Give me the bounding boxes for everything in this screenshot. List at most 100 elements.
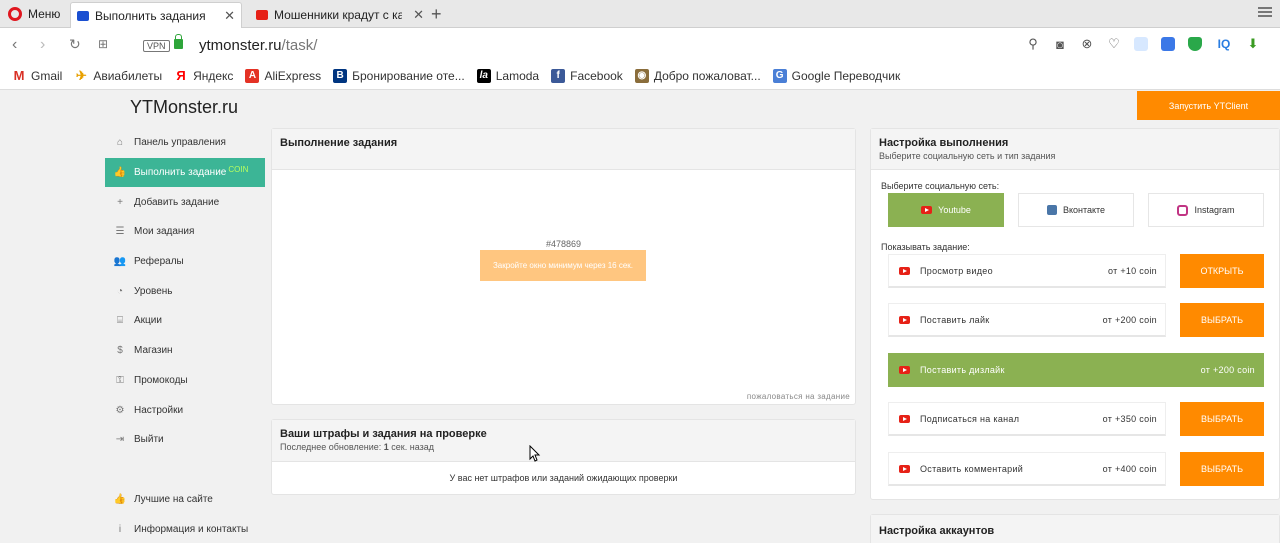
tab-close-icon[interactable]: ✕	[413, 7, 424, 23]
back-icon[interactable]: ‹	[12, 36, 17, 54]
settings-panel-title: Настройка выполнения	[879, 137, 1009, 149]
bookmark-lamoda[interactable]: la Lamoda	[476, 68, 539, 83]
sidebar-item-referrals[interactable]: 👥 Рефералы	[105, 247, 265, 277]
vpn-badge[interactable]: VPN	[143, 40, 170, 52]
google-translate-icon: G	[772, 68, 787, 83]
browser-tabbar: Меню Выполнить задания ✕ Мошенники краду…	[0, 0, 1280, 28]
accounts-settings-panel: Настройка аккаунтов	[870, 514, 1280, 543]
heart-icon[interactable]: ♡	[1107, 36, 1121, 52]
bookmark-google-translate[interactable]: G Google Переводчик	[772, 68, 900, 83]
accounts-panel-header: Настройка аккаунтов	[871, 515, 1279, 543]
camera-icon[interactable]: ◙	[1053, 37, 1067, 52]
sidebar-item-dashboard[interactable]: ⌂ Панель управления	[105, 128, 265, 158]
url-path: /task/	[281, 37, 318, 54]
sidebar-item-do-task[interactable]: 👍 Выполнить задание COIN	[105, 157, 265, 188]
new-tab-icon[interactable]: +	[431, 4, 442, 25]
bookmark-yandex[interactable]: Я Яндекс	[174, 68, 233, 83]
bookmark-facebook[interactable]: f Facebook	[551, 68, 623, 83]
coin-badge: COIN	[228, 165, 249, 175]
bookmark-aliexpress[interactable]: A AliExpress	[245, 68, 321, 83]
tab-active[interactable]: Выполнить задания ✕	[70, 2, 242, 28]
sidebar-item-info[interactable]: i Информация и контакты	[105, 515, 265, 543]
browser-menu-button[interactable]: Меню	[0, 0, 68, 28]
mouse-cursor-icon	[529, 445, 541, 462]
download-icon[interactable]: ⬇	[1246, 36, 1260, 52]
youtube-favicon-icon	[256, 10, 268, 20]
bookmark-welcome[interactable]: ◉ Добро пожаловат...	[634, 68, 761, 83]
sidebar-bottom: 👍 Лучшие на сайте i Информация и контакты	[105, 485, 265, 543]
address-toolbar: ⚲ ◙ ⊗ ♡ IQ ⬇	[1026, 36, 1260, 52]
bookmark-aviabilety[interactable]: ✈ Авиабилеты	[74, 68, 162, 83]
tab-title: Выполнить задания	[95, 8, 206, 23]
search-icon[interactable]: ⚲	[1026, 36, 1040, 52]
translate-extension-icon[interactable]	[1161, 37, 1175, 51]
youtube-icon	[921, 206, 933, 214]
task-row-view-video[interactable]: Просмотр видео от +10 coin	[888, 254, 1166, 288]
sidebar-item-promocodes[interactable]: ⚿ Промокоды	[105, 366, 265, 396]
sidebar-nav: ⌂ Панель управления 👍 Выполнить задание COI…	[105, 128, 265, 455]
task-row-like[interactable]: Поставить лайк от +200 coin	[888, 303, 1166, 337]
complain-link[interactable]: пожаловаться на задание	[747, 392, 850, 401]
facebook-icon: f	[551, 68, 566, 83]
launch-ytclient-button[interactable]: Запустить YTClient	[1137, 91, 1280, 120]
accounts-panel-title: Настройка аккаунтов	[879, 525, 995, 537]
plus-icon: +	[117, 196, 123, 208]
youtube-icon	[899, 464, 910, 473]
select-like-button[interactable]: ВЫБРАТЬ	[1180, 303, 1264, 337]
tab-menu-icon[interactable]	[1258, 5, 1272, 19]
network-vk-button[interactable]: Вконтакте	[1018, 193, 1134, 227]
sidebar-item-logout[interactable]: ⇥ Выйти	[105, 425, 265, 455]
key-icon: ⚿	[116, 374, 124, 386]
block-icon[interactable]: ⊗	[1080, 36, 1094, 52]
instagram-icon	[1177, 204, 1189, 216]
task-row-comment[interactable]: Оставить комментарий от +400 coin	[888, 452, 1166, 486]
bookmark-booking[interactable]: B Бронирование оте...	[333, 68, 465, 83]
task-row-dislike-selected[interactable]: Поставить дизлайк от +200 coin	[888, 353, 1264, 387]
sidebar-item-top-users[interactable]: 👍 Лучшие на сайте	[105, 485, 265, 515]
penalties-empty-text: У вас нет штрафов или заданий ожидающих …	[449, 473, 678, 483]
penalties-panel-header: Ваши штрафы и задания на проверке Послед…	[272, 420, 855, 462]
network-youtube-button[interactable]: Youtube	[888, 193, 1004, 227]
sidebar-item-settings[interactable]: ⚙ Настройки	[105, 395, 265, 425]
url-field[interactable]: ytmonster.ru/task/	[199, 37, 317, 54]
sidebar-item-promotions[interactable]: ⌸ Акции	[105, 306, 265, 336]
site-logo[interactable]: YTMonster.ru	[130, 97, 238, 118]
url-host: ytmonster.ru	[199, 37, 282, 54]
sidebar-item-add-task[interactable]: + Добавить задание	[105, 187, 265, 217]
iq-extension-icon[interactable]: IQ	[1215, 37, 1233, 51]
bookmark-gmail[interactable]: M Gmail	[12, 68, 62, 83]
thumbs-up-icon: 👍	[113, 167, 127, 179]
shield-icon[interactable]	[1188, 37, 1202, 51]
users-icon: 👥	[113, 256, 127, 268]
network-instagram-button[interactable]: Instagram	[1148, 193, 1264, 227]
select-subscribe-button[interactable]: ВЫБРАТЬ	[1180, 402, 1264, 436]
penalties-panel-title: Ваши штрафы и задания на проверке	[280, 428, 487, 440]
tab-close-icon[interactable]: ✕	[224, 8, 235, 24]
gmail-icon: M	[12, 68, 26, 83]
gauge-icon: ◔	[116, 285, 124, 297]
dollar-icon: $	[117, 345, 123, 357]
sidebar-item-my-tasks[interactable]: ☰ Мои задания	[105, 217, 265, 247]
tab-inactive[interactable]: Мошенники крадут с карт ✕	[250, 2, 430, 28]
sidebar-item-shop[interactable]: $ Магазин	[105, 336, 265, 366]
sidebar-item-level[interactable]: ◔ Уровень	[105, 276, 265, 306]
vk-icon	[1046, 205, 1057, 215]
youtube-icon	[899, 315, 910, 324]
globe-icon: ◉	[634, 68, 649, 83]
reload-icon[interactable]: ↻	[69, 36, 81, 53]
home-icon: ⌂	[116, 137, 124, 149]
select-comment-button[interactable]: ВЫБРАТЬ	[1180, 452, 1264, 486]
extension-cube-icon[interactable]	[1134, 37, 1148, 51]
task-panel-title: Выполнение задания	[280, 137, 398, 149]
bookmarks-bar: M Gmail ✈ Авиабилеты Я Яндекс A AliExpress B…	[0, 62, 1280, 90]
task-execution-panel: Выполнение задания #478869 Закройте окно…	[271, 128, 856, 405]
task-row-subscribe[interactable]: Подписаться на канал от +350 coin	[888, 402, 1166, 436]
forward-icon[interactable]: ›	[40, 36, 45, 54]
logout-icon: ⇥	[115, 434, 125, 446]
lock-icon[interactable]	[174, 34, 183, 49]
penalties-panel: Ваши штрафы и задания на проверке Послед…	[271, 419, 856, 495]
tabs-grid-icon[interactable]: ⊞	[98, 37, 108, 51]
settings-panel-subtitle: Выберите социальную сеть и тип задания	[879, 151, 1056, 161]
task-timer-button[interactable]: Закройте окно минимум через 16 сек.	[480, 250, 646, 281]
open-button[interactable]: ОТКРЫТЬ	[1180, 254, 1264, 288]
